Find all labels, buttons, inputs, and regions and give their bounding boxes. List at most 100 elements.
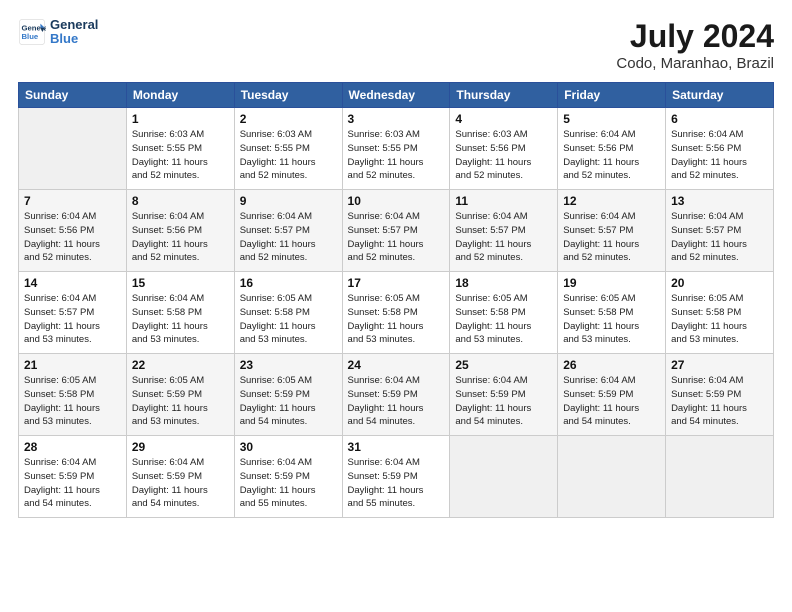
calendar-cell: 29Sunrise: 6:04 AM Sunset: 5:59 PM Dayli… [126,436,234,518]
day-details: Sunrise: 6:04 AM Sunset: 5:59 PM Dayligh… [24,456,121,511]
calendar-cell: 6Sunrise: 6:04 AM Sunset: 5:56 PM Daylig… [666,108,774,190]
calendar-cell [450,436,558,518]
day-number: 4 [455,112,552,126]
calendar-cell: 4 Sunrise: 6:03 AM Sunset: 5:56 PM Daylig… [450,108,558,190]
day-number: 21 [24,358,121,372]
day-details: Sunrise: 6:04 AM Sunset: 5:59 PM Dayligh… [240,456,337,511]
day-details: Sunrise: 6:05 AM Sunset: 5:58 PM Dayligh… [563,292,660,347]
day-details: Sunrise: 6:05 AM Sunset: 5:58 PM Dayligh… [24,374,121,429]
day-details: Sunrise: 6:04 AM Sunset: 5:56 PM Dayligh… [24,210,121,265]
calendar-week: 14Sunrise: 6:04 AM Sunset: 5:57 PM Dayli… [19,272,774,354]
day-number: 24 [348,358,445,372]
calendar-cell: 13 Sunrise: 6:04 AM Sunset: 5:57 PM Dayli… [666,190,774,272]
day-number: 19 [563,276,660,290]
calendar-cell: 27 Sunrise: 6:04 AM Sunset: 5:59 PM Dayli… [666,354,774,436]
day-details: Sunrise: 6:04 AM Sunset: 5:59 PM Dayligh… [348,374,445,429]
calendar-cell: 26 Sunrise: 6:04 AM Sunset: 5:59 PM Dayli… [558,354,666,436]
calendar-cell: 22 Sunrise: 6:05 AM Sunset: 5:59 PM Dayli… [126,354,234,436]
calendar-cell: 25 Sunrise: 6:04 AM Sunset: 5:59 PM Dayli… [450,354,558,436]
day-number: 16 [240,276,337,290]
day-details: Sunrise: 6:04 AM Sunset: 5:59 PM Dayligh… [455,374,552,429]
day-details: Sunrise: 6:05 AM Sunset: 5:59 PM Dayligh… [132,374,229,429]
svg-text:Blue: Blue [22,32,39,41]
day-details: Sunrise: 6:04 AM Sunset: 5:59 PM Dayligh… [671,374,768,429]
day-number: 5 [563,112,660,126]
day-details: Sunrise: 6:04 AM Sunset: 5:57 PM Dayligh… [455,210,552,265]
day-number: 8 [132,194,229,208]
day-details: Sunrise: 6:04 AM Sunset: 5:57 PM Dayligh… [348,210,445,265]
calendar-table: SundayMondayTuesdayWednesdayThursdayFrid… [18,82,774,518]
day-number: 9 [240,194,337,208]
day-number: 13 [671,194,768,208]
day-number: 27 [671,358,768,372]
calendar-cell: 3Sunrise: 6:03 AM Sunset: 5:55 PM Daylig… [342,108,450,190]
calendar-cell: 17 Sunrise: 6:05 AM Sunset: 5:58 PM Dayli… [342,272,450,354]
calendar-cell: 31 Sunrise: 6:04 AM Sunset: 5:59 PM Dayli… [342,436,450,518]
day-number: 22 [132,358,229,372]
day-details: Sunrise: 6:04 AM Sunset: 5:59 PM Dayligh… [132,456,229,511]
calendar-body: 1 Sunrise: 6:03 AM Sunset: 5:55 PM Daylig… [19,108,774,518]
day-details: Sunrise: 6:04 AM Sunset: 5:58 PM Dayligh… [132,292,229,347]
calendar-week: 28Sunrise: 6:04 AM Sunset: 5:59 PM Dayli… [19,436,774,518]
day-details: Sunrise: 6:05 AM Sunset: 5:58 PM Dayligh… [455,292,552,347]
day-details: Sunrise: 6:05 AM Sunset: 5:58 PM Dayligh… [348,292,445,347]
day-details: Sunrise: 6:04 AM Sunset: 5:56 PM Dayligh… [132,210,229,265]
day-number: 26 [563,358,660,372]
day-header: Saturday [666,83,774,108]
day-header: Thursday [450,83,558,108]
calendar-cell: 20Sunrise: 6:05 AM Sunset: 5:58 PM Dayli… [666,272,774,354]
day-header: Monday [126,83,234,108]
calendar-cell: 28Sunrise: 6:04 AM Sunset: 5:59 PM Dayli… [19,436,127,518]
logo-line1: General [50,18,98,32]
calendar-cell: 1 Sunrise: 6:03 AM Sunset: 5:55 PM Daylig… [126,108,234,190]
logo: General Blue General Blue [18,18,98,47]
calendar-cell: 16Sunrise: 6:05 AM Sunset: 5:58 PM Dayli… [234,272,342,354]
day-number: 3 [348,112,445,126]
day-details: Sunrise: 6:03 AM Sunset: 5:55 PM Dayligh… [132,128,229,183]
calendar-cell: 12Sunrise: 6:04 AM Sunset: 5:57 PM Dayli… [558,190,666,272]
day-number: 12 [563,194,660,208]
day-details: Sunrise: 6:05 AM Sunset: 5:58 PM Dayligh… [671,292,768,347]
day-details: Sunrise: 6:04 AM Sunset: 5:59 PM Dayligh… [563,374,660,429]
day-header: Sunday [19,83,127,108]
calendar-cell: 2Sunrise: 6:03 AM Sunset: 5:55 PM Daylig… [234,108,342,190]
day-number: 15 [132,276,229,290]
day-details: Sunrise: 6:04 AM Sunset: 5:57 PM Dayligh… [24,292,121,347]
calendar-week: 1 Sunrise: 6:03 AM Sunset: 5:55 PM Daylig… [19,108,774,190]
day-number: 18 [455,276,552,290]
calendar-cell [19,108,127,190]
calendar-cell: 5Sunrise: 6:04 AM Sunset: 5:56 PM Daylig… [558,108,666,190]
day-details: Sunrise: 6:04 AM Sunset: 5:56 PM Dayligh… [671,128,768,183]
calendar-cell: 14Sunrise: 6:04 AM Sunset: 5:57 PM Dayli… [19,272,127,354]
day-details: Sunrise: 6:04 AM Sunset: 5:57 PM Dayligh… [240,210,337,265]
day-number: 30 [240,440,337,454]
calendar-cell: 9 Sunrise: 6:04 AM Sunset: 5:57 PM Daylig… [234,190,342,272]
page: General Blue General Blue July 2024 Codo… [0,0,792,612]
calendar-header: SundayMondayTuesdayWednesdayThursdayFrid… [19,83,774,108]
day-number: 31 [348,440,445,454]
calendar-cell: 21 Sunrise: 6:05 AM Sunset: 5:58 PM Dayli… [19,354,127,436]
calendar-cell: 18 Sunrise: 6:05 AM Sunset: 5:58 PM Dayli… [450,272,558,354]
day-header: Tuesday [234,83,342,108]
day-details: Sunrise: 6:05 AM Sunset: 5:59 PM Dayligh… [240,374,337,429]
calendar-cell [558,436,666,518]
day-number: 23 [240,358,337,372]
day-details: Sunrise: 6:03 AM Sunset: 5:55 PM Dayligh… [240,128,337,183]
calendar-cell: 19 Sunrise: 6:05 AM Sunset: 5:58 PM Dayli… [558,272,666,354]
calendar-cell: 7 Sunrise: 6:04 AM Sunset: 5:56 PM Daylig… [19,190,127,272]
title-area: July 2024 Codo, Maranhao, Brazil [616,18,774,72]
day-details: Sunrise: 6:04 AM Sunset: 5:57 PM Dayligh… [671,210,768,265]
calendar-cell: 24 Sunrise: 6:04 AM Sunset: 5:59 PM Dayli… [342,354,450,436]
month-year: July 2024 [616,18,774,55]
day-number: 1 [132,112,229,126]
day-details: Sunrise: 6:03 AM Sunset: 5:56 PM Dayligh… [455,128,552,183]
day-details: Sunrise: 6:04 AM Sunset: 5:59 PM Dayligh… [348,456,445,511]
day-header: Friday [558,83,666,108]
calendar-cell: 23 Sunrise: 6:05 AM Sunset: 5:59 PM Dayli… [234,354,342,436]
calendar-cell [666,436,774,518]
calendar-cell: 15 Sunrise: 6:04 AM Sunset: 5:58 PM Dayli… [126,272,234,354]
logo-line2: Blue [50,32,98,46]
day-number: 7 [24,194,121,208]
day-number: 17 [348,276,445,290]
day-number: 25 [455,358,552,372]
